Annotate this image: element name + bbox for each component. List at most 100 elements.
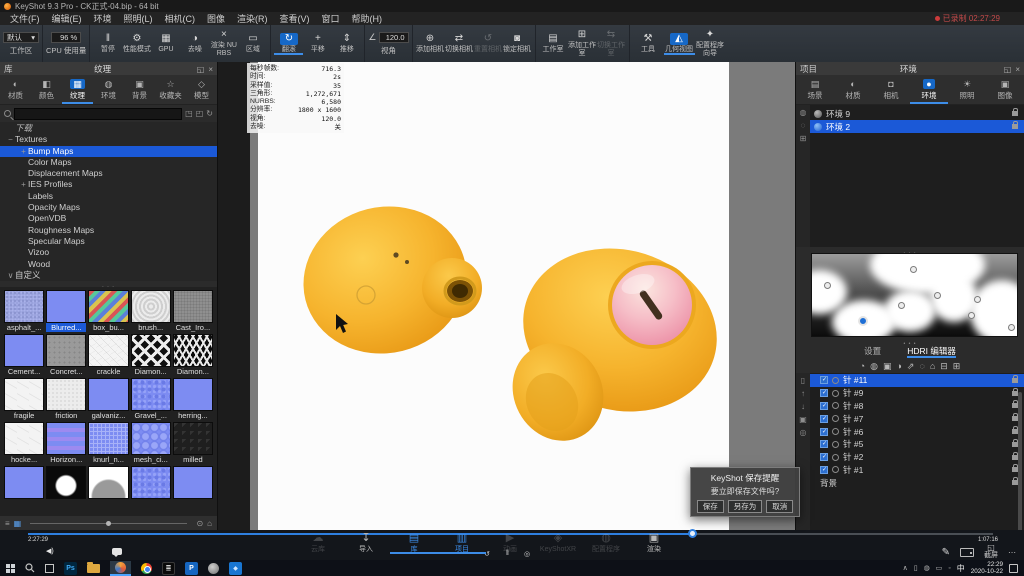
library-tab[interactable]: ◧ 颜色 (31, 75, 62, 104)
menu-item[interactable]: 照明(L) (118, 12, 159, 25)
thumbnail-size-slider[interactable] (30, 523, 187, 524)
hdri-preview[interactable] (811, 253, 1018, 337)
hdri-pin-row[interactable]: 针 #6 (810, 425, 1024, 438)
library-tab[interactable]: ▦ 纹理 (62, 75, 93, 104)
studio-button[interactable]: ⇆ 切换工作室 (597, 28, 626, 59)
camera-nav-button[interactable]: + 平移 (303, 32, 332, 55)
app-icon-p[interactable]: P (185, 562, 198, 575)
zoom-icon[interactable]: ⊙ (196, 519, 203, 528)
photoshop-app-icon[interactable]: Ps (64, 562, 77, 575)
ribbon-item[interactable]: ▣ 渲染 (630, 532, 678, 554)
library-tree-item[interactable]: OpenVDB (0, 213, 217, 224)
pin-tool-icon[interactable]: ▣ (799, 415, 807, 424)
scrollbar[interactable] (1018, 392, 1022, 532)
project-tab[interactable]: ▤ 场景 (796, 75, 834, 104)
pin-visibility-checkbox[interactable] (820, 389, 828, 397)
texture-thumbnail[interactable]: knurl_n... (88, 422, 128, 464)
library-tree-item[interactable]: + Bump Maps (0, 146, 217, 157)
menu-item[interactable]: 编辑(E) (46, 12, 88, 25)
library-tab[interactable]: ▣ 背景 (124, 75, 155, 104)
library-tree-item[interactable]: Color Maps (0, 157, 217, 168)
tool-button[interactable]: ⚒ 工具 (633, 32, 664, 55)
hdri-pin-row[interactable]: 针 #5 (810, 438, 1024, 451)
texture-thumbnail[interactable]: friction (46, 378, 86, 420)
clock[interactable]: 22:29 2020-10-22 (971, 561, 1003, 575)
hdri-pin-row[interactable]: 针 #11 (810, 374, 1024, 387)
hdri-pin[interactable] (974, 296, 981, 303)
pin-solo-radio[interactable] (832, 402, 839, 409)
hdri-pin-row[interactable]: 针 #8 (810, 400, 1024, 413)
texture-thumbnail[interactable] (4, 466, 44, 508)
menu-item[interactable]: 图像 (201, 12, 231, 25)
home-icon[interactable]: ⌂ (207, 519, 212, 528)
camera-nav-button[interactable]: ⇕ 推移 (332, 32, 361, 55)
hdri-tool-icon[interactable]: ◌ (919, 361, 924, 371)
hdri-tool-icon[interactable]: ⊟ (940, 361, 948, 372)
save-as-button[interactable]: 另存为 (728, 500, 763, 513)
pin-tool-icon[interactable]: ◎ (800, 428, 807, 437)
project-tab[interactable]: ▣ 图像 (986, 75, 1024, 104)
screenshot-tool[interactable]: ◱ 截屏 (984, 544, 998, 560)
toolbar-button[interactable]: ‖ 暂停 (93, 32, 122, 55)
toolbar-button[interactable]: × 渲染 NURBS (209, 28, 238, 59)
tool-button[interactable]: ◭ 几何视图 (664, 32, 695, 55)
hdri-pin[interactable] (898, 302, 905, 309)
hdri-tool-icon[interactable]: ⇗ (907, 361, 915, 372)
studio-button[interactable]: ▤ 工作室 (539, 32, 568, 55)
hdri-pin-row[interactable]: 针 #9 (810, 387, 1024, 400)
pin-visibility-checkbox[interactable] (820, 466, 828, 474)
cancel-button[interactable]: 取消 (766, 500, 793, 513)
toolbar-button[interactable]: ⚙ 性能模式 (122, 32, 151, 55)
environment-tool-icon[interactable]: ◌ (801, 121, 806, 130)
ribbon-item[interactable]: ▥ 项目 (438, 532, 486, 554)
texture-thumbnail[interactable] (173, 466, 213, 508)
tree-expander-icon[interactable]: − (6, 134, 15, 145)
speaker-icon[interactable]: ◀) (46, 547, 54, 555)
project-tab[interactable]: ☀ 照明 (948, 75, 986, 104)
taskbar-search-icon[interactable] (25, 563, 35, 573)
toolbar-button[interactable]: ▭ 区域 (238, 32, 267, 55)
pin-solo-radio[interactable] (832, 428, 839, 435)
ribbon-item[interactable]: ◍ 配置程序 (582, 532, 630, 554)
library-folder-icon[interactable]: ◰ (196, 109, 204, 118)
panel-window-icon[interactable]: × (1015, 65, 1020, 74)
library-tree-item[interactable]: ∨ 自定义 (0, 270, 217, 281)
library-tab[interactable]: ◐ 材质 (0, 75, 31, 104)
hdri-pin-row[interactable]: 针 #2 (810, 451, 1024, 464)
tree-expander-icon[interactable]: + (19, 146, 28, 157)
camera-button[interactable]: ⊕ 添加相机 (416, 32, 445, 55)
ribbon-item[interactable]: ▤ 库 (390, 532, 438, 554)
toolbar-button[interactable]: ▦ GPU (151, 32, 180, 55)
ribbon-item[interactable]: ◈ KeyShotXR (534, 532, 582, 554)
cpu-usage-value[interactable]: 96 % (51, 32, 81, 43)
tab-hdri-editor[interactable]: HDRI 编辑器 (907, 345, 956, 358)
panel-window-icon[interactable]: ◱ (197, 65, 205, 74)
texture-thumbnail[interactable]: fragile (4, 378, 44, 420)
background-row[interactable]: 背景 (810, 476, 1024, 489)
tab-settings[interactable]: 设置 (864, 345, 881, 357)
chrome-app-icon[interactable] (141, 563, 152, 574)
grid-view-icon[interactable]: ▦ (14, 519, 22, 528)
library-tab[interactable]: ◇ 模型 (186, 75, 217, 104)
hdri-tool-icon[interactable]: ▣ (883, 361, 892, 372)
pin-visibility-checkbox[interactable] (820, 428, 828, 436)
pin-solo-radio[interactable] (832, 377, 839, 384)
tray-display-icon[interactable]: ▭ (936, 564, 943, 572)
library-tree-item[interactable]: Displacement Maps (0, 168, 217, 179)
environment-tool-icon[interactable]: ◍ (800, 108, 807, 117)
texture-thumbnail[interactable]: milled (173, 422, 213, 464)
texture-thumbnail[interactable] (131, 466, 171, 508)
camera-button[interactable]: ⇄ 切换相机 (445, 32, 474, 55)
menu-item[interactable]: 文件(F) (4, 12, 46, 25)
fov-value-field[interactable]: 120.0 (379, 32, 409, 43)
pin-visibility-checkbox[interactable] (820, 376, 828, 384)
pin-visibility-checkbox[interactable] (820, 402, 828, 410)
ribbon-item[interactable]: ↧ 导入 (342, 532, 390, 554)
menu-item[interactable]: 帮助(H) (346, 12, 389, 25)
texture-thumbnail[interactable]: Diamon... (173, 334, 213, 376)
hdri-pin-row[interactable]: 针 #1 (810, 464, 1024, 477)
ribbon-item[interactable]: ▶ 动画 (486, 532, 534, 554)
texture-thumbnail[interactable]: hocke... (4, 422, 44, 464)
start-button[interactable] (6, 564, 15, 573)
tool-button[interactable]: ✦ 配置程序向导 (695, 28, 726, 59)
